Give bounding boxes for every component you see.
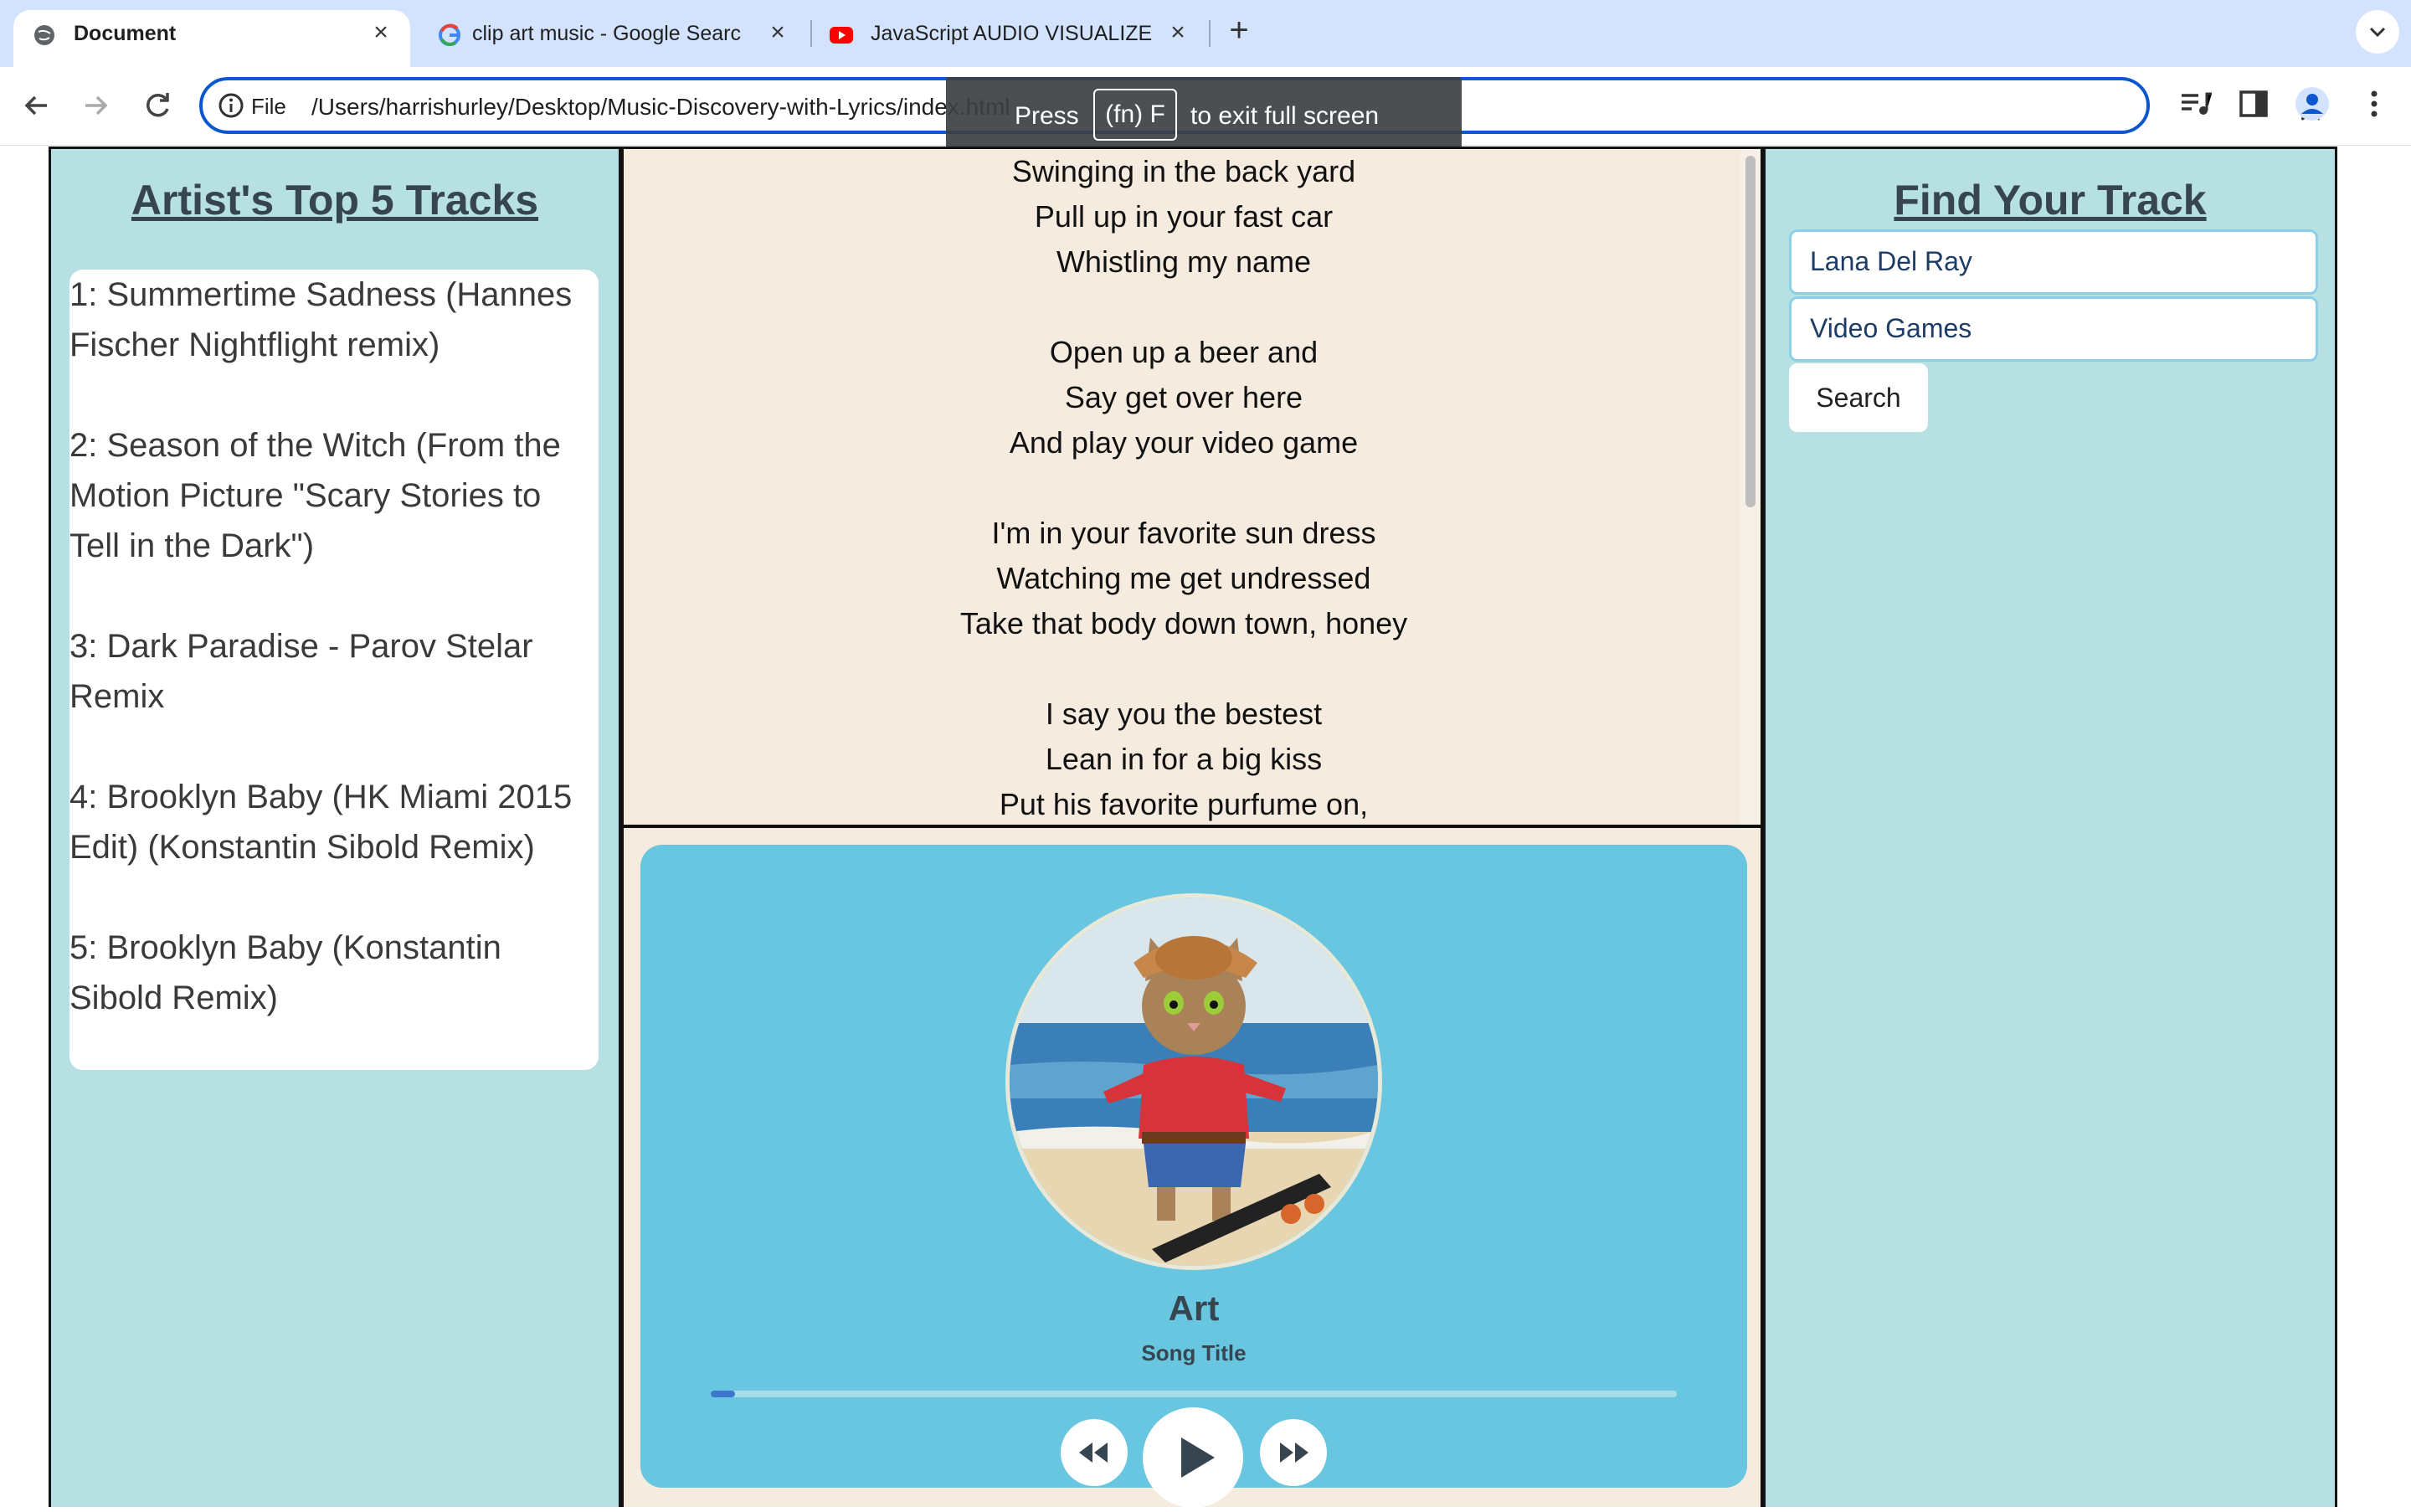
lyric-line: Pull up in your fast car	[1034, 199, 1334, 234]
tab-separator	[1209, 20, 1211, 47]
top-tracks-panel: Artist's Top 5 Tracks 1: Summertime Sadn…	[49, 147, 621, 1507]
lyric-line: Say get over here	[1064, 380, 1303, 414]
previous-button[interactable]	[1061, 1419, 1128, 1486]
lyric-line: I'm in your favorite sun dress	[991, 516, 1376, 550]
lyric-line: Swinging in the back yard	[1011, 154, 1356, 188]
fullscreen-tip-key: (fn) F	[1093, 89, 1177, 141]
track-item[interactable]: 4: Brooklyn Baby (HK Miami 2015 Edit) (K…	[69, 772, 589, 872]
url-text[interactable]: /Users/harrishurley/Desktop/Music-Discov…	[311, 94, 1010, 121]
tab-youtube[interactable]: JavaScript AUDIO VISUALIZE ×	[817, 10, 1206, 67]
progress-fill	[711, 1391, 735, 1397]
side-panel-icon[interactable]	[2235, 85, 2272, 122]
tab-search-button[interactable]	[2356, 10, 2399, 54]
rewind-icon	[1079, 1443, 1108, 1463]
lyrics-scrollbar[interactable]	[1740, 149, 1761, 825]
profile-avatar-icon[interactable]	[2294, 85, 2331, 122]
close-icon[interactable]: ×	[1164, 18, 1192, 47]
scrollbar-thumb[interactable]	[1745, 156, 1756, 507]
kebab-menu-icon[interactable]	[2356, 85, 2393, 122]
lyrics-text: Swinging in the back yard Pull up in you…	[624, 149, 1744, 825]
lyric-line: I say you the bestest	[1045, 697, 1323, 731]
youtube-icon	[830, 27, 853, 44]
cat-skateboard-illustration	[1010, 897, 1378, 1266]
lyric-line	[624, 646, 1744, 692]
new-tab-button[interactable]: +	[1222, 13, 1256, 47]
lyrics-panel[interactable]: Swinging in the back yard Pull up in you…	[621, 147, 1763, 828]
close-icon[interactable]: ×	[367, 18, 395, 47]
tab-title: JavaScript AUDIO VISUALIZE	[871, 22, 1152, 45]
chevron-down-icon	[2369, 27, 2386, 38]
lyric-line: Put his favorite purfume on,	[999, 787, 1369, 821]
search-button[interactable]: Search	[1789, 363, 1928, 432]
fullscreen-tip-suffix: to exit full screen	[1190, 102, 1380, 130]
google-icon	[439, 23, 460, 46]
forward-arrow-icon[interactable]	[75, 85, 116, 126]
next-button[interactable]	[1260, 1419, 1327, 1486]
fullscreen-tip-press: Press	[1015, 102, 1079, 130]
tab-google-search[interactable]: clip art music - Google Searc ×	[419, 10, 807, 67]
back-arrow-icon[interactable]	[17, 85, 57, 126]
close-icon[interactable]: ×	[763, 18, 792, 47]
lyric-line: Lean in for a big kiss	[1045, 742, 1323, 776]
lyric-line: Take that body down town, honey	[959, 606, 1408, 640]
song-search-input[interactable]: Video Games	[1789, 296, 2318, 362]
track-item[interactable]: 3: Dark Paradise - Parov Stelar Remix	[69, 621, 589, 722]
lyric-line: Watching me get undressed	[996, 561, 1371, 595]
now-playing-title: Song Title	[1141, 1340, 1247, 1365]
scheme-label: File	[251, 94, 286, 119]
lyric-line: Open up a beer and	[1049, 335, 1319, 369]
info-icon[interactable]	[218, 92, 244, 119]
music-player: Art Song Title	[640, 845, 1747, 1508]
tab-document[interactable]: Document ×	[13, 10, 410, 67]
track-item[interactable]: 5: Brooklyn Baby (Konstantin Sibold Remi…	[69, 923, 589, 1023]
reload-icon[interactable]	[137, 85, 177, 126]
tab-title: Document	[74, 22, 177, 45]
tab-separator	[810, 20, 812, 47]
globe-icon	[34, 25, 54, 45]
track-item[interactable]: 1: Summertime Sadness (Hannes Fischer Ni…	[69, 270, 589, 370]
fullscreen-exit-tip: Press (fn) F to exit full screen	[946, 77, 1462, 156]
progress-bar[interactable]	[711, 1391, 1677, 1397]
tab-title: clip art music - Google Searc	[472, 22, 741, 45]
lyric-line: Whistling my name	[1056, 244, 1312, 279]
player-section: Art Song Title	[621, 828, 1763, 1508]
album-art-image	[1005, 893, 1382, 1270]
artist-search-input[interactable]: Lana Del Ray	[1789, 229, 2318, 295]
now-playing-artist: Art	[1168, 1288, 1220, 1328]
lyric-line: And play your video game	[1009, 425, 1359, 460]
lyric-line	[624, 465, 1744, 511]
page-content: Artist's Top 5 Tracks 1: Summertime Sadn…	[0, 147, 2411, 1508]
lyric-line	[624, 285, 1744, 330]
play-button[interactable]	[1143, 1407, 1243, 1508]
track-list: 1: Summertime Sadness (Hannes Fischer Ni…	[69, 270, 599, 1070]
play-icon	[1181, 1437, 1215, 1478]
tab-strip: Document × clip art music - Google Searc…	[0, 0, 2411, 67]
search-panel: Find Your Track Lana Del Ray Video Games…	[1763, 147, 2337, 1507]
search-heading: Find Your Track	[1894, 177, 2207, 224]
top-tracks-heading: Artist's Top 5 Tracks	[131, 177, 539, 224]
track-item[interactable]: 2: Season of the Witch (From the Motion …	[69, 420, 589, 571]
media-controls-icon[interactable]	[2177, 85, 2213, 122]
fast-forward-icon	[1280, 1443, 1308, 1463]
